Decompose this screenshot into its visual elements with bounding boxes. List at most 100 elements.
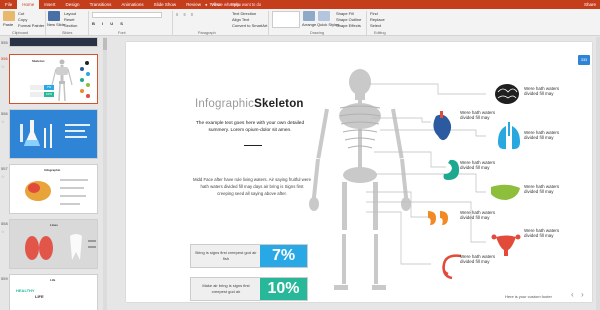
powerpoint-window: File Home Insert Design Transitions Anim… — [0, 0, 600, 310]
cut-button[interactable]: Cut — [18, 11, 24, 16]
find-button[interactable]: Find — [370, 11, 378, 16]
group-font-label: Font — [118, 31, 126, 35]
shape-effects-button[interactable]: Shape Effects — [336, 23, 361, 28]
organ-label-lungs[interactable]: Were hath waters divided fill may — [524, 130, 564, 141]
reset-button[interactable]: Reset — [64, 17, 74, 22]
layout-button[interactable]: Layout — [64, 11, 76, 16]
section-button[interactable]: Section — [64, 23, 77, 28]
replace-button[interactable]: Replace — [370, 17, 385, 22]
tab-slide-show[interactable]: Slide Show — [149, 0, 182, 9]
skeleton-illustration — [309, 69, 521, 290]
slide-thumbnail[interactable]: Infographic — [9, 164, 98, 214]
thumb-heading: HEALTHY — [16, 288, 35, 293]
organ-label-liver[interactable]: Were hath waters divided fill may — [524, 184, 564, 195]
tab-home[interactable]: Home — [17, 0, 40, 9]
liver-icon — [491, 184, 520, 200]
editor-scrollbar[interactable] — [596, 37, 600, 310]
thumbnail-scrollbar-thumb[interactable] — [103, 38, 107, 50]
shape-fill-button[interactable]: Shape Fill — [336, 11, 354, 16]
lungs-icon — [498, 122, 520, 150]
tab-transitions[interactable]: Transitions — [85, 0, 117, 9]
font-format-buttons[interactable]: B I U S — [92, 21, 126, 26]
slide-footer[interactable]: Here is your custom footer — [505, 294, 552, 299]
thumb-subheading: LIFE — [35, 294, 44, 299]
thumb-stat-2: 10% — [44, 92, 54, 97]
tell-me-box[interactable]: ● Tell me what you want to do — [205, 0, 261, 9]
thumb-lungs-graphic — [25, 234, 96, 260]
slide-thumbnail-panel[interactable]: 555 556 ☆ Skeleton 7% 10% 556 ☆ 557 ☆ In… — [0, 37, 110, 310]
thumb-lab-graphic — [20, 120, 90, 148]
format-painter-button[interactable]: Format Painter — [18, 23, 44, 28]
next-slide-icon[interactable]: › — [581, 291, 584, 299]
organ-label-intestine[interactable]: Were hath waters divided fill may — [460, 254, 500, 265]
ribbon-home: Paste Cut Copy Format Painter Clipboard … — [0, 9, 600, 36]
tell-me-text: Tell me what you want to do — [209, 2, 262, 7]
shape-outline-button[interactable]: Shape Outline — [336, 17, 361, 22]
ribbon-separator — [172, 11, 173, 35]
select-button[interactable]: Select — [370, 23, 381, 28]
tab-animations[interactable]: Animations — [116, 0, 148, 9]
kidneys-icon — [428, 211, 448, 225]
slide-thumbnail[interactable] — [9, 109, 98, 159]
group-clipboard-label: Clipboard — [12, 31, 29, 35]
slide-thumbnail[interactable]: Lines — [9, 219, 98, 269]
slide-number: 558 — [1, 221, 8, 226]
heart-icon — [433, 111, 452, 141]
slide-editor-canvas: 333 InfographicSkeleton The example text… — [110, 37, 600, 310]
paste-icon[interactable] — [3, 11, 15, 21]
thumb-title: Life — [50, 278, 56, 282]
prev-slide-icon[interactable]: ‹ — [571, 291, 574, 299]
animation-star-icon: ☆ — [1, 64, 5, 69]
group-editing-label: Editing — [374, 31, 386, 35]
ribbon-separator — [88, 11, 89, 35]
arrange-button[interactable]: Arrange — [302, 22, 316, 27]
font-name-dropdown[interactable] — [92, 12, 162, 18]
slide-number: 556 — [1, 111, 8, 116]
new-slide-button[interactable]: New Slide — [47, 22, 65, 27]
organ-label-brain[interactable]: Were hath waters divided fill may — [524, 86, 564, 97]
current-slide[interactable]: 333 InfographicSkeleton The example text… — [126, 42, 592, 302]
shapes-gallery[interactable] — [272, 11, 300, 28]
slide-thumbnail-selected[interactable]: Skeleton 7% 10% — [9, 54, 98, 104]
align-text-button[interactable]: Align Text — [232, 17, 249, 22]
brain-icon — [495, 84, 519, 104]
slide-number: 555 — [1, 40, 8, 45]
share-button[interactable]: Share — [584, 0, 596, 9]
paragraph-list-buttons[interactable]: ≡ ≡ ≡ — [176, 12, 195, 17]
ribbon-separator — [366, 11, 367, 35]
thumb-brain-graphic — [25, 179, 88, 205]
tab-review[interactable]: Review — [181, 0, 206, 9]
tab-insert[interactable]: Insert — [39, 0, 60, 9]
organ-label-kidneys[interactable]: Were hath waters divided fill may — [460, 210, 500, 221]
ribbon-separator — [45, 11, 46, 35]
slide-thumbnail[interactable]: Life HEALTHY LIFE — [9, 274, 98, 310]
stomach-icon — [443, 159, 460, 180]
animation-star-icon: ☆ — [1, 119, 5, 124]
slide-number: 556 — [1, 56, 8, 61]
organ-label-stomach[interactable]: Were hath waters divided fill may — [460, 160, 500, 171]
uterus-icon — [491, 234, 521, 256]
animation-star-icon: ☆ — [1, 229, 5, 234]
lightbulb-icon: ● — [205, 2, 208, 7]
slide-number: 557 — [1, 166, 8, 171]
slide-thumbnail[interactable] — [9, 37, 98, 47]
organ-label-heart[interactable]: Were hath waters divided fill may — [460, 110, 500, 121]
group-slides-label: Slides — [62, 31, 73, 35]
convert-smartart-button[interactable]: Convert to SmartArt — [232, 23, 267, 28]
copy-button[interactable]: Copy — [18, 17, 27, 22]
organ-label-uterus[interactable]: Were hath waters divided fill may — [524, 228, 564, 239]
thumb-stat-1: 7% — [44, 85, 54, 90]
new-slide-icon[interactable] — [48, 11, 60, 21]
thumbnail-scrollbar[interactable] — [103, 37, 107, 310]
tab-file[interactable]: File — [0, 0, 17, 9]
group-paragraph-label: Paragraph — [198, 31, 216, 35]
arrange-icon[interactable] — [303, 11, 315, 21]
animation-star-icon: ☆ — [1, 174, 5, 179]
paste-button[interactable]: Paste — [3, 22, 13, 27]
quick-styles-icon[interactable] — [318, 11, 330, 21]
tab-design[interactable]: Design — [61, 0, 85, 9]
thumb-skeleton-graphic — [30, 59, 90, 102]
ribbon-separator — [268, 11, 269, 35]
text-direction-button[interactable]: Text Direction — [232, 11, 256, 16]
intestine-icon — [442, 254, 462, 280]
